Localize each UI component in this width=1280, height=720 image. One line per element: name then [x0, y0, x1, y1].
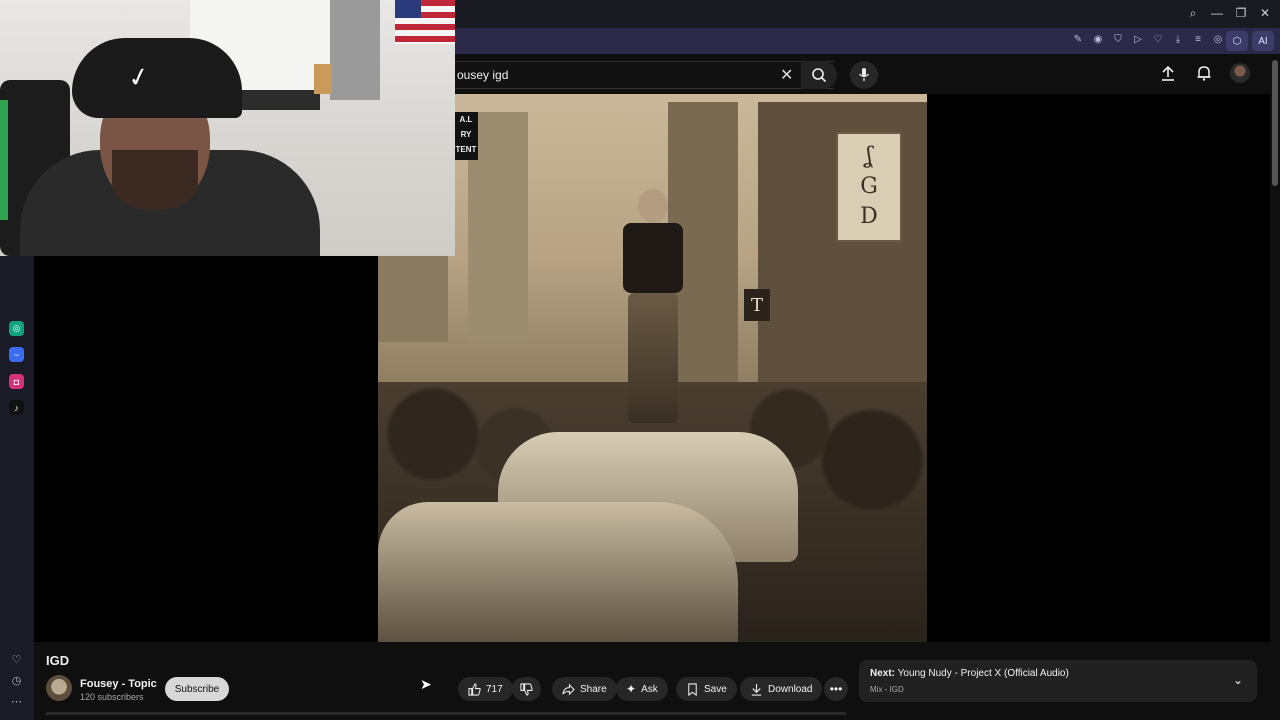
download-button[interactable]: Download — [740, 677, 823, 701]
messenger-icon[interactable]: ~ — [9, 347, 24, 362]
save-button[interactable]: Save — [676, 677, 737, 701]
next-video-title: Young Nudy - Project X (Official Audio) — [897, 668, 1069, 679]
webcam-overlay: ✓ — [0, 0, 455, 256]
microphone-icon — [859, 68, 869, 81]
page-scrollbar[interactable] — [1272, 60, 1278, 186]
upload-icon[interactable] — [1158, 63, 1178, 83]
parental-advisory-label: A.L RY TENT — [454, 112, 478, 160]
like-button[interactable]: 717 — [458, 677, 513, 701]
like-count: 717 — [486, 683, 503, 695]
channel-subscribers: 120 subscribers — [80, 692, 144, 702]
history-icon[interactable]: ◷ — [9, 673, 24, 688]
heart-icon[interactable]: ♡ — [9, 652, 24, 667]
artist-figure — [618, 189, 688, 429]
voice-search-button[interactable] — [850, 61, 878, 89]
more-icon: ••• — [829, 682, 843, 696]
instagram-icon[interactable]: ◘ — [9, 374, 24, 389]
next-video-playlist: Mix - IGD — [870, 685, 904, 694]
search-icon[interactable]: ⌕ — [1184, 4, 1202, 22]
mouse-cursor-icon: ➤ — [420, 676, 432, 692]
car — [378, 502, 738, 642]
chatgpt-icon[interactable]: ◎ — [9, 321, 24, 336]
close-icon[interactable]: ✕ — [1256, 4, 1274, 22]
sparkle-icon: ✦ — [626, 682, 637, 696]
nike-cap — [72, 38, 242, 118]
edit-icon[interactable]: ✎ — [1072, 33, 1084, 45]
album-art: ʆ G D T — [378, 94, 927, 642]
comments-divider — [46, 712, 846, 715]
search-box[interactable]: ousey igd — [454, 61, 834, 89]
download-icon[interactable]: ⤓ — [1172, 33, 1184, 45]
video-info: IGD Fousey - Topic 120 subscribers Subsc… — [34, 642, 1270, 720]
aria-ai-button[interactable]: AI — [1252, 31, 1274, 51]
channel-avatar[interactable] — [46, 675, 72, 701]
menu-icon[interactable]: ≡ — [1192, 33, 1204, 45]
heart-icon[interactable]: ♡ — [1152, 33, 1164, 45]
minimize-icon[interactable]: — — [1208, 4, 1226, 22]
chevron-down-icon[interactable]: ⌄ — [1233, 673, 1243, 687]
thumbs-up-icon — [468, 682, 481, 696]
bookmark-icon — [688, 682, 697, 696]
igd-sign: ʆ G D — [836, 132, 902, 242]
wallet-icon[interactable]: ◎ — [1212, 33, 1224, 45]
tiktok-icon[interactable]: ♪ — [9, 400, 24, 415]
play-icon[interactable]: ▷ — [1132, 33, 1144, 45]
download-icon — [751, 683, 762, 696]
dislike-button[interactable] — [512, 677, 541, 701]
share-button[interactable]: Share — [552, 677, 617, 701]
share-icon — [562, 683, 575, 695]
notifications-bell-icon[interactable] — [1194, 63, 1214, 83]
channel-name[interactable]: Fousey - Topic — [80, 678, 157, 690]
video-title: IGD — [46, 653, 70, 668]
us-flag — [395, 0, 455, 44]
camera-icon[interactable]: ◉ — [1092, 33, 1104, 45]
subscribe-button[interactable]: Subscribe — [165, 677, 229, 701]
clear-search-icon[interactable]: ✕ — [780, 65, 793, 85]
ask-button[interactable]: ✦ Ask — [616, 677, 668, 701]
restore-icon[interactable]: ❐ — [1232, 4, 1250, 22]
search-button[interactable] — [801, 61, 837, 89]
next-video-card[interactable]: Next: Young Nudy - Project X (Official A… — [859, 660, 1257, 702]
thumbs-down-icon — [520, 682, 533, 696]
search-icon — [812, 68, 827, 83]
screen: ⌕ — ❐ ✕ ✎ ◉ ⛉ ▷ ♡ ⤓ ≡ ◎ ⬡ AI ◎ ~ ◘ ♪ ♡ ◷… — [0, 0, 1280, 720]
more-icon[interactable]: ⋯ — [9, 694, 24, 709]
shield-icon[interactable]: ⛉ — [1112, 33, 1124, 45]
user-avatar[interactable] — [1230, 63, 1250, 83]
search-input[interactable]: ousey igd — [455, 68, 508, 82]
t-sign: T — [744, 289, 770, 321]
extension-icon[interactable]: ⬡ — [1226, 31, 1248, 51]
more-actions-button[interactable]: ••• — [824, 677, 848, 701]
